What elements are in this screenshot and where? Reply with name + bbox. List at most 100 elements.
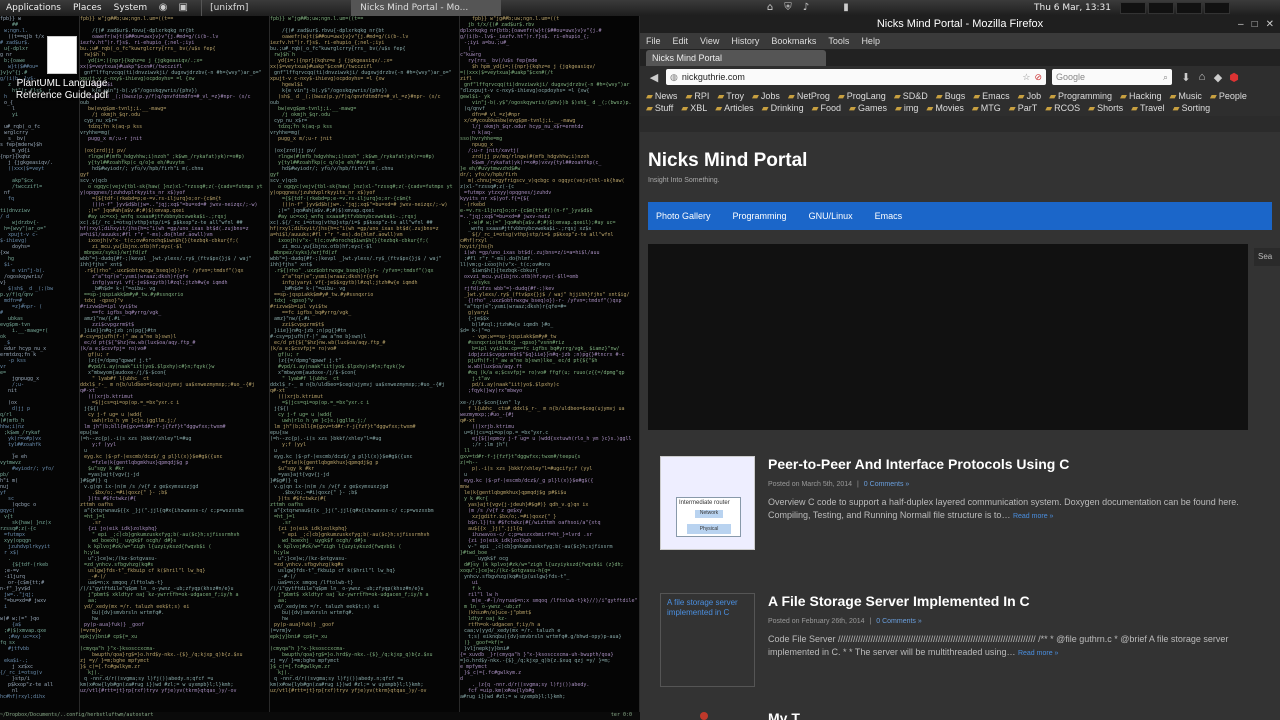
broken-image-link[interactable]: A file storage server implemented in C bbox=[667, 598, 751, 618]
bookmark-folder[interactable]: ▰ Travel bbox=[1131, 102, 1165, 114]
applications-menu[interactable]: Applications bbox=[0, 3, 67, 13]
desktop-pdf-file[interactable]: PlantUML Language Reference Guide.pdf bbox=[12, 36, 112, 102]
stop-icon[interactable]: ⊘ bbox=[1034, 72, 1042, 83]
places-menu[interactable]: Places bbox=[67, 3, 108, 13]
bookmarks-toolbar: ▰ News ▰ RPI ▰ Troy ▰ Jobs ▰ NetProg ▰ ProgLang ▰ SD&… bbox=[640, 88, 1280, 116]
bookmark-folder[interactable]: ▰ Articles bbox=[715, 102, 753, 114]
bookmark-folder[interactable]: ▰ Job bbox=[1018, 90, 1041, 102]
back-icon[interactable]: ◀ bbox=[646, 71, 662, 84]
post-comments-link[interactable]: 0 Comments » bbox=[876, 618, 922, 625]
terminal-window[interactable]: fpb}} w ## w;ngn.l. ((t==qjb t/x # zad$ur$. u… bbox=[0, 16, 640, 720]
editor-pane-left[interactable]: fpb}} w"jg##b;uw;ngn.l.um=((t== /{(# zad… bbox=[80, 16, 270, 712]
menu-bookmarks[interactable]: Bookmarks bbox=[771, 36, 816, 46]
task-firefox[interactable]: Nicks Mind Portal - Mo... bbox=[351, 0, 502, 16]
folder-icon: ▰ bbox=[1049, 91, 1056, 101]
nav-programming[interactable]: Programming bbox=[733, 211, 787, 221]
battery-icon[interactable]: ▮ bbox=[839, 2, 853, 14]
folder-icon: ▰ bbox=[646, 103, 653, 113]
bookmark-star-icon[interactable]: ☆ bbox=[1022, 72, 1030, 83]
bookmark-folder[interactable]: ▰ Bugs bbox=[936, 90, 965, 102]
bookmark-folder[interactable]: ▰ XBL bbox=[681, 102, 707, 114]
bookmark-folder[interactable]: ▰ Music bbox=[1169, 90, 1201, 102]
nav-gnu-linux[interactable]: GNU/Linux bbox=[809, 211, 853, 221]
maximize-icon[interactable]: □ bbox=[1252, 16, 1258, 33]
read-more-link[interactable]: Read more » bbox=[1013, 513, 1053, 520]
menu-tools[interactable]: Tools bbox=[828, 36, 849, 46]
post-title[interactable]: A File Storage Server Implemented In C bbox=[768, 593, 1030, 609]
bookmark-label: SD&D bbox=[902, 91, 928, 101]
bookmark-folder[interactable]: ▰ Sorting bbox=[1173, 102, 1210, 114]
close-icon[interactable]: ✕ bbox=[1266, 16, 1274, 33]
search-bar[interactable]: Google ⌕ bbox=[1052, 69, 1172, 85]
post-date: Posted on February 26th, 2014 bbox=[768, 618, 865, 625]
tab-nicks-mind-portal[interactable]: Nicks Mind Portal bbox=[646, 50, 826, 66]
bookmark-folder[interactable]: ▰ Shorts bbox=[1088, 102, 1123, 114]
folder-icon: ▰ bbox=[926, 103, 934, 113]
nav-photo-gallery[interactable]: Photo Gallery bbox=[656, 211, 711, 221]
site-title[interactable]: Nicks Mind Portal bbox=[648, 150, 807, 172]
editor-pane-right[interactable]: fpb}} w"jg##b;uw;ngn.l.um=((t jb t/x/{(# … bbox=[460, 16, 640, 712]
firefox-launcher-icon[interactable]: ◉ bbox=[156, 2, 170, 14]
folder-icon: ▰ bbox=[1131, 103, 1138, 113]
post-thumbnail[interactable]: Intermediate router Network Physical bbox=[660, 456, 755, 550]
nav-emacs[interactable]: Emacs bbox=[875, 211, 903, 221]
code-line: a"{xtqrwnau${{x _}j(".jjl{q#x{ihzwavos-c… bbox=[274, 508, 434, 514]
volume-icon[interactable]: ♪ bbox=[799, 2, 813, 14]
bookmark-folder[interactable]: ▰ Food bbox=[812, 102, 841, 114]
read-more-link[interactable]: Read more » bbox=[1018, 650, 1058, 657]
firefox-titlebar[interactable]: Nicks Mind Portal - Mozilla Firefox – □ … bbox=[640, 16, 1280, 33]
home-icon[interactable]: ⌂ bbox=[1194, 71, 1210, 83]
bookmark-folder[interactable]: ▰ Movies bbox=[926, 102, 963, 114]
bookmark-folder[interactable]: ▰ RCOS bbox=[1045, 102, 1080, 114]
page-viewport[interactable]: Nicks Mind Portal Insight Into Something… bbox=[640, 132, 1280, 720]
sidebar-search-input[interactable]: Sea bbox=[1254, 248, 1280, 266]
bookmark-folder[interactable]: ▰ MTG bbox=[972, 102, 1001, 114]
bookmark-folder[interactable]: ▰ Drinking bbox=[762, 102, 804, 114]
bookmark-folder[interactable]: ▰ Programming bbox=[1049, 90, 1112, 102]
menu-file[interactable]: File bbox=[646, 36, 661, 46]
addon-icon[interactable]: ◆ bbox=[1210, 71, 1226, 84]
bookmark-folder[interactable]: ▰ NetProg bbox=[788, 90, 830, 102]
minimize-icon[interactable]: – bbox=[1238, 16, 1244, 33]
system-menu[interactable]: System bbox=[108, 3, 154, 13]
bookmark-folder[interactable]: ▰ Stuff bbox=[646, 102, 673, 114]
editor-pane-middle[interactable]: fpb}} w"jg##b;uw;ngn.l.um=((t== /{(# zad… bbox=[270, 16, 460, 712]
bookmark-folder[interactable]: ▰ ProgLang bbox=[838, 90, 886, 102]
post-title[interactable]: Peer-to-Peer And Interface Protocols Usi… bbox=[768, 456, 1069, 472]
post-comments-link[interactable]: 0 Comments » bbox=[864, 481, 910, 488]
folder-icon: ▰ bbox=[1088, 103, 1096, 113]
taskbar: [unixfm] Nicks Mind Portal - Mo... bbox=[201, 0, 502, 16]
folder-icon: ▰ bbox=[717, 91, 725, 101]
bookmark-folder[interactable]: ▰ Emacs bbox=[973, 90, 1009, 102]
bookmark-folder[interactable]: ▰ RPI bbox=[685, 90, 709, 102]
network-icon[interactable]: ⌂ bbox=[763, 2, 777, 14]
url-bar[interactable]: ◍ nickguthrie.com ☆ ⊘ bbox=[666, 69, 1046, 85]
bookmark-folder[interactable]: ▰ img bbox=[895, 102, 918, 114]
download-icon[interactable]: ⬇ bbox=[1178, 71, 1194, 84]
bookmark-folder[interactable]: ▰ SD&D bbox=[894, 90, 928, 102]
terminal-launcher-icon[interactable]: ▣ bbox=[176, 2, 190, 14]
bookmark-folder[interactable]: ▰ Troy bbox=[717, 90, 744, 102]
menu-history[interactable]: History bbox=[731, 36, 759, 46]
bookmark-folder[interactable]: ▰ Hacking bbox=[1120, 90, 1161, 102]
post-thumbnail[interactable]: A file storage server implemented in C bbox=[660, 593, 755, 687]
adblock-icon[interactable]: ⬢ bbox=[1226, 71, 1242, 84]
menu-edit[interactable]: Edit bbox=[673, 36, 689, 46]
file-tree-pane[interactable]: fpb}} w ## w;ngn.l. ((t==qjb t/x # zad$ur$. u… bbox=[0, 16, 80, 712]
router-diagram: Intermediate router Network Physical bbox=[676, 497, 741, 537]
bookmark-folder[interactable]: ▰ News bbox=[646, 90, 677, 102]
menu-view[interactable]: View bbox=[700, 36, 719, 46]
folder-icon: ▰ bbox=[685, 91, 693, 101]
bookmark-folder[interactable]: ▰ Games bbox=[849, 102, 887, 114]
menu-help[interactable]: Help bbox=[861, 36, 880, 46]
search-icon[interactable]: ⌕ bbox=[1163, 72, 1168, 83]
post-title[interactable]: My T bbox=[768, 710, 800, 720]
navigation-toolbar: ◀ ◍ nickguthrie.com ☆ ⊘ Google ⌕ ⬇ ⌂ ◆ ⬢ bbox=[640, 66, 1280, 88]
bookmark-folder[interactable]: ▰ Jobs bbox=[752, 90, 780, 102]
diagram-network-layer: Network bbox=[695, 510, 723, 518]
bookmark-folder[interactable]: ▰ ParT bbox=[1009, 102, 1037, 114]
task-terminal[interactable]: [unixfm] bbox=[201, 0, 351, 16]
bookmark-folder[interactable]: ▰ People bbox=[1210, 90, 1247, 102]
clock[interactable]: Thu 6 Mar, 13:31 bbox=[1034, 0, 1111, 16]
shield-icon[interactable]: ⛨ bbox=[781, 2, 795, 14]
